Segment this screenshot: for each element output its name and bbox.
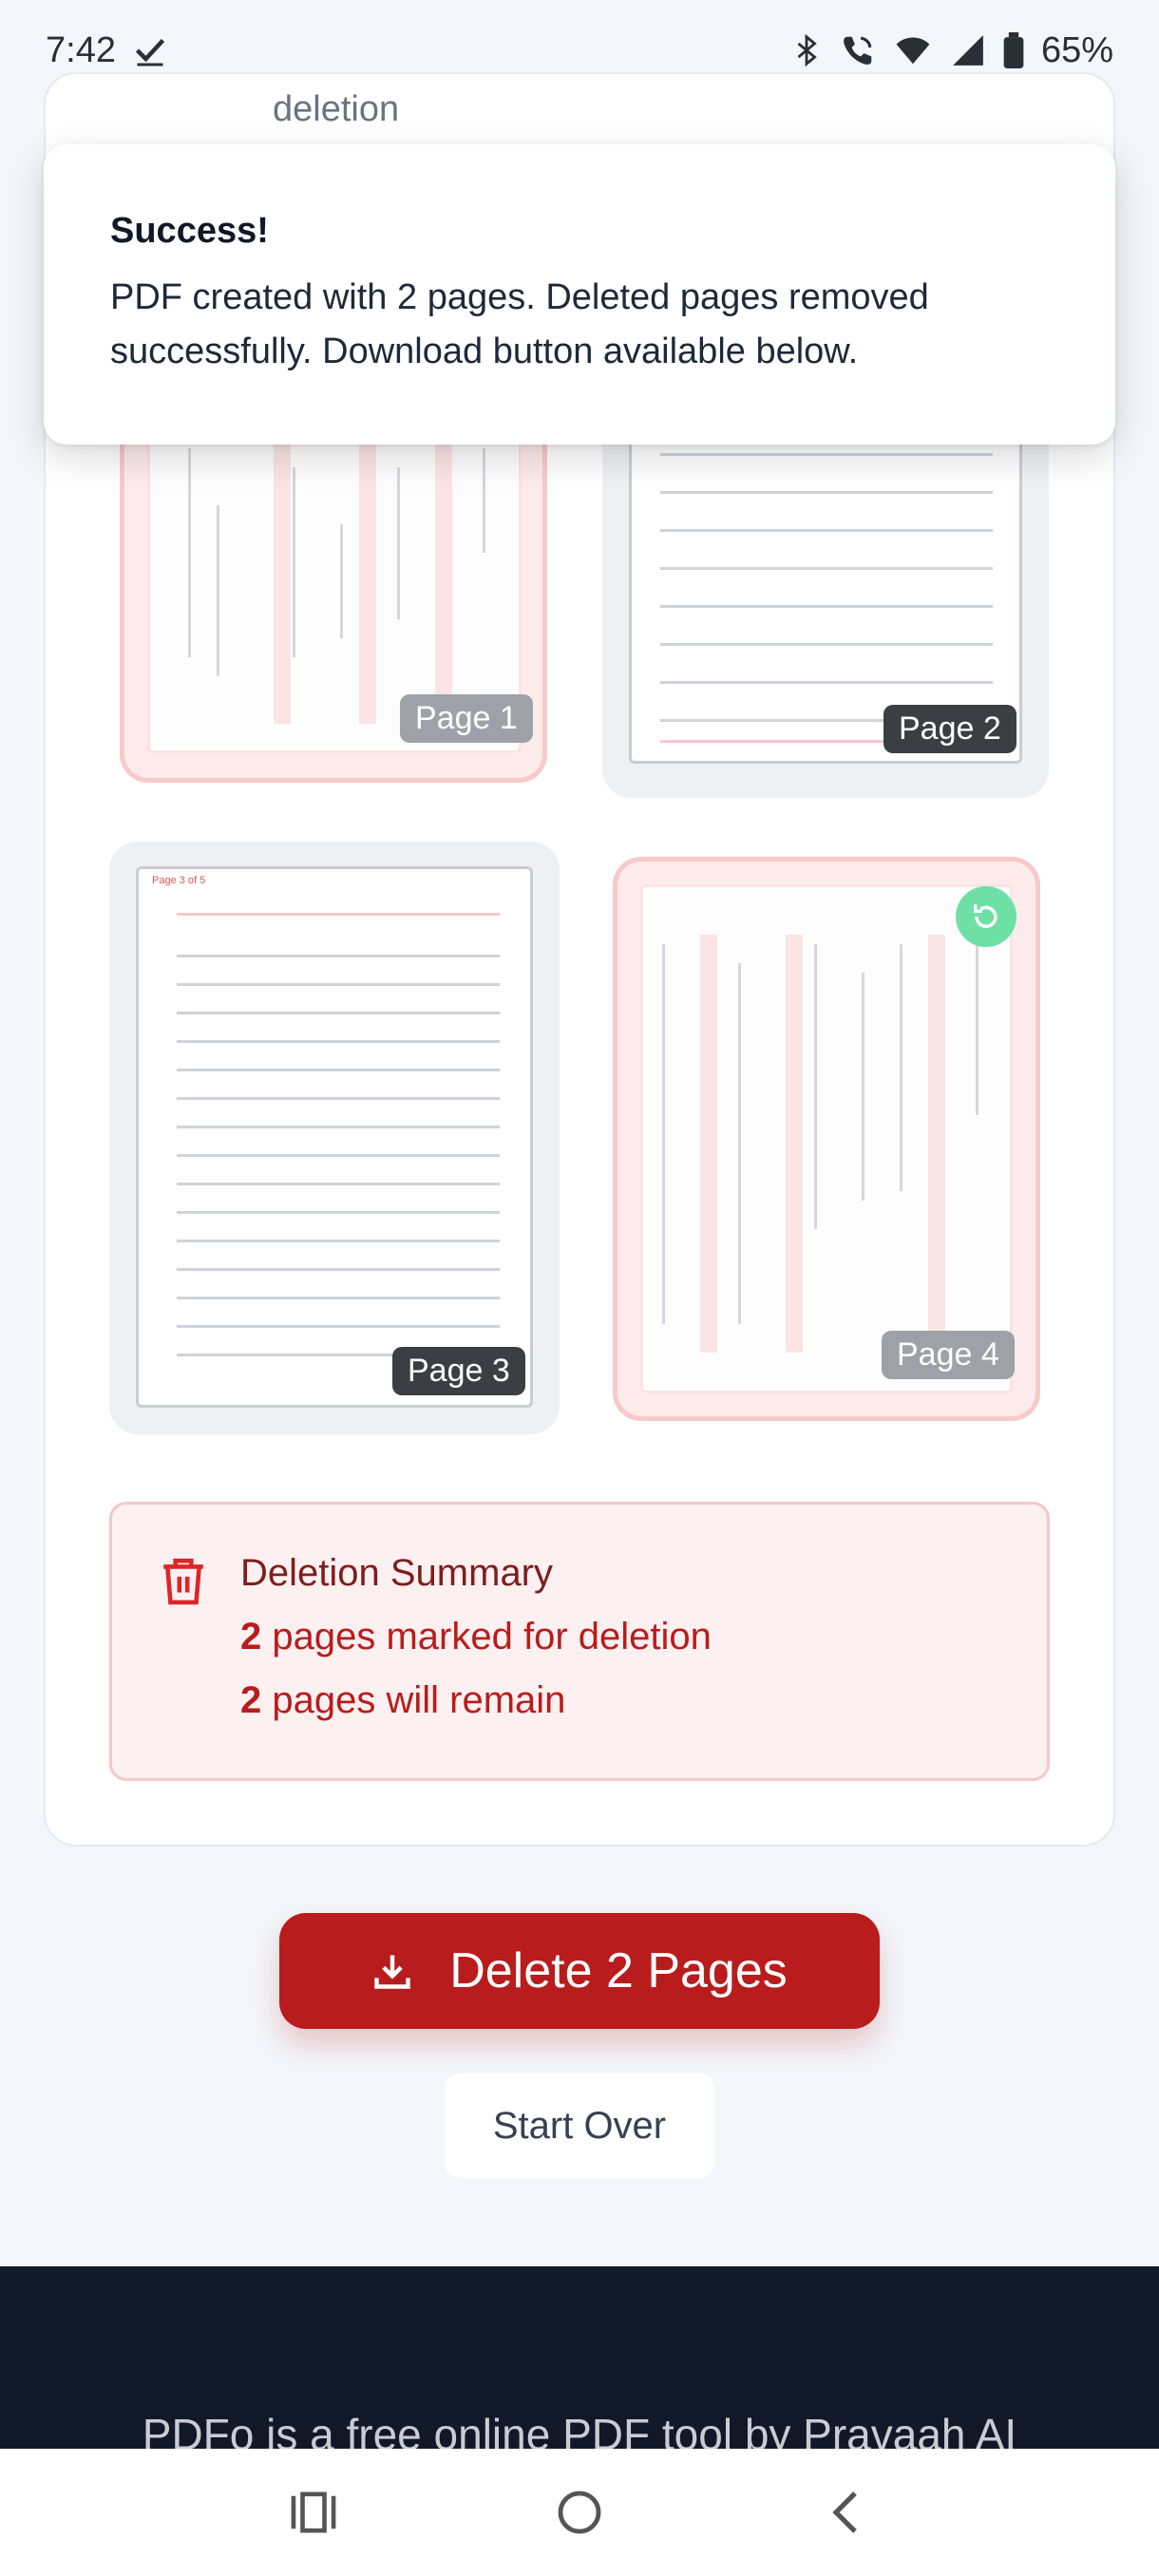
success-toast: Success! PDF created with 2 pages. Delet… (44, 144, 1115, 445)
deleted-count: 2 (240, 1616, 262, 1657)
doc-row (660, 567, 993, 570)
summary-remaining-line: 2 pages will remain (240, 1679, 565, 1722)
doc-line (397, 467, 400, 619)
toast-title: Success! (110, 211, 269, 251)
remaining-count: 2 (240, 1679, 262, 1721)
doc-row (177, 1268, 500, 1271)
doc-row (177, 1297, 500, 1299)
deletion-summary: Deletion Summary 2 pages marked for dele… (109, 1502, 1050, 1781)
doc-column (359, 439, 376, 724)
doc-line (976, 944, 978, 1115)
home-button[interactable] (522, 2465, 636, 2560)
cut-off-label: deletion (273, 89, 400, 129)
doc-row (177, 1183, 500, 1185)
doc-column (274, 439, 291, 724)
status-time: 7:42 (46, 29, 116, 70)
doc-line (217, 505, 219, 676)
doc-row (177, 1069, 500, 1071)
doc-row (177, 1126, 500, 1128)
page-label-badge: Page 4 (882, 1331, 1015, 1379)
home-icon (558, 2491, 601, 2534)
status-left: 7:42 (46, 30, 167, 71)
check-icon (133, 33, 167, 67)
doc-row (660, 453, 993, 456)
remaining-text: pages will remain (272, 1679, 566, 1721)
wifi-icon (893, 32, 933, 68)
doc-row (177, 983, 500, 986)
doc-line (814, 944, 817, 1229)
doc-line (293, 467, 295, 657)
doc-line (900, 944, 902, 1191)
doc-row (177, 1211, 500, 1214)
doc-column (786, 935, 803, 1353)
start-over-button[interactable]: Start Over (445, 2074, 714, 2178)
wifi-call-icon (840, 32, 876, 68)
doc-line (483, 448, 485, 553)
delete-pages-button[interactable]: Delete 2 Pages (279, 1913, 880, 2029)
back-button[interactable] (788, 2465, 902, 2560)
toast-message: PDF created with 2 pages. Deleted pages … (110, 277, 929, 371)
back-icon (832, 2491, 857, 2533)
doc-line (738, 963, 741, 1324)
doc-row (177, 955, 500, 957)
page-tile-3[interactable]: Page 3 of 5 Page 3 (109, 842, 560, 1434)
delete-pages-label: Delete 2 Pages (449, 1943, 788, 1998)
page-label-badge: Page 2 (884, 705, 1016, 753)
doc-row (660, 681, 993, 684)
battery-percent: 65% (1040, 29, 1113, 70)
doc-line (662, 944, 665, 1324)
trash-icon (160, 1554, 207, 1612)
doc-column (435, 439, 452, 724)
doc-row (177, 1154, 500, 1157)
doc-row (177, 1040, 500, 1043)
doc-row (177, 1325, 500, 1328)
doc-row (660, 529, 993, 532)
site-footer: PDFo is a free online PDF tool by Pravaa… (0, 2266, 1159, 2456)
doc-column (700, 935, 717, 1353)
undo-icon (973, 904, 998, 928)
doc-line (188, 448, 191, 657)
page-label-badge: Page 3 (392, 1347, 525, 1395)
doc-row (660, 605, 993, 608)
page-tile-4[interactable]: Page 4 (613, 857, 1040, 1421)
doc-row (660, 643, 993, 646)
doc-row (660, 491, 993, 494)
thumbnail-page-header: Page 3 of 5 (152, 875, 206, 886)
doc-row (177, 1012, 500, 1014)
deleted-text: pages marked for deletion (272, 1616, 712, 1657)
doc-line (340, 524, 343, 638)
page-thumbnail: Page 3 of 5 (136, 866, 533, 1408)
summary-title: Deletion Summary (240, 1552, 554, 1594)
status-right: 65% (790, 30, 1113, 71)
recent-apps-icon (291, 2491, 336, 2533)
doc-row (177, 1240, 500, 1242)
signal-icon (950, 32, 986, 68)
page-label-badge: Page 1 (400, 694, 533, 743)
doc-line (862, 973, 864, 1201)
download-icon (374, 1955, 410, 1989)
battery-icon (1003, 32, 1024, 68)
app-screen: 7:42 65% deletion Page 1 Page 2 Page 3 o… (0, 0, 1159, 2576)
doc-header-line (177, 913, 500, 916)
summary-deleted-line: 2 pages marked for deletion (240, 1616, 712, 1658)
doc-row (177, 1097, 500, 1100)
doc-column (928, 935, 945, 1353)
bluetooth-icon (790, 32, 823, 68)
recent-apps-button[interactable] (256, 2465, 370, 2560)
system-nav-bar (0, 2449, 1159, 2576)
restore-page-button[interactable] (956, 886, 1016, 947)
page-thumbnail (640, 884, 1013, 1393)
